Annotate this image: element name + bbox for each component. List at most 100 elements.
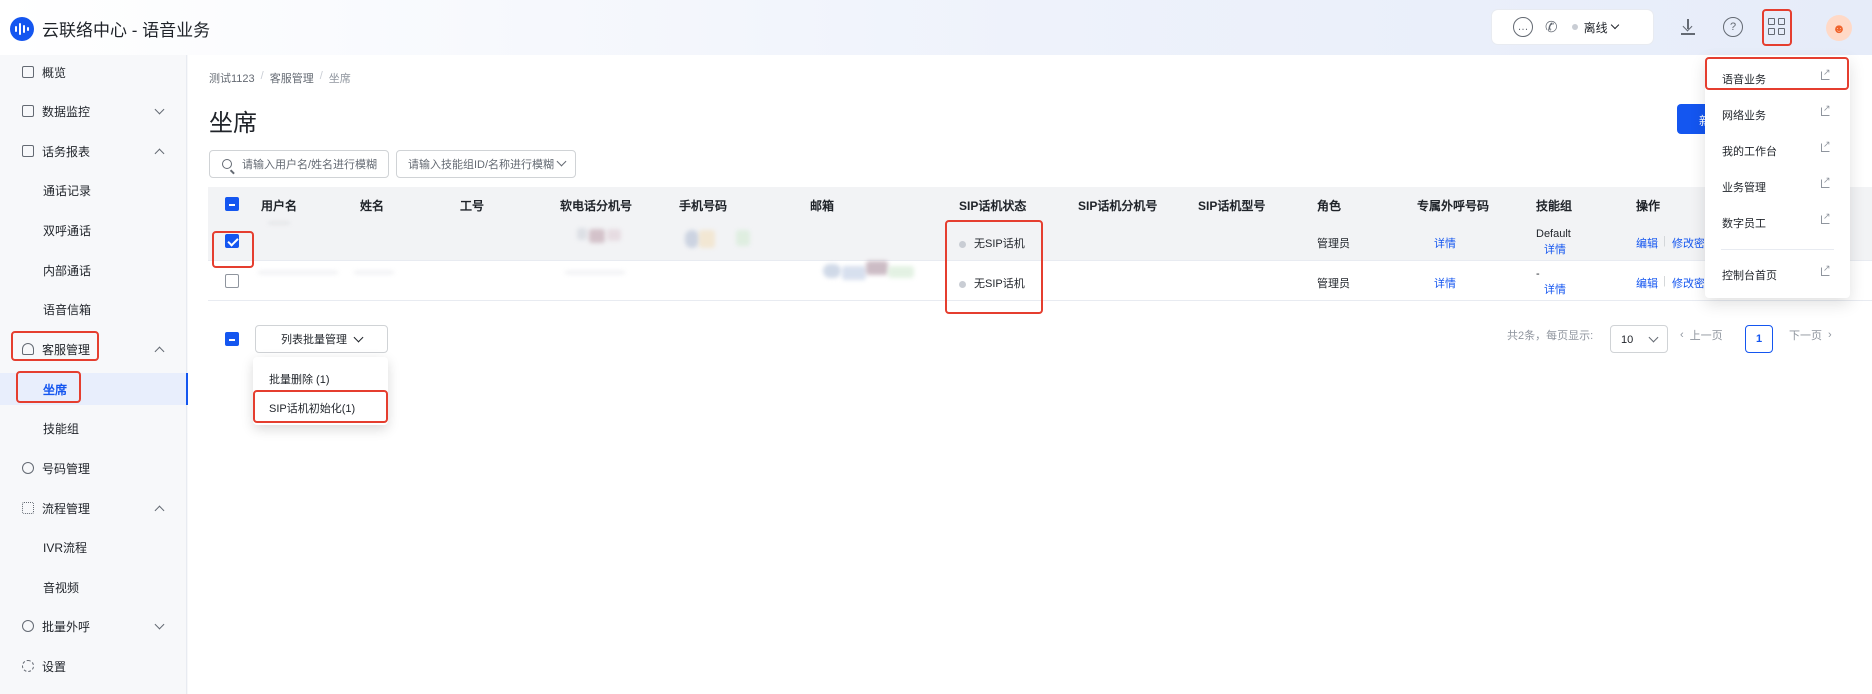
sidebar-item-customer-service[interactable]: 客服管理 (0, 333, 187, 365)
external-link-icon (1821, 263, 1831, 276)
app-item-label: 业务管理 (1722, 182, 1766, 194)
agent-status-bar: … ✆ 离线 (1492, 10, 1653, 44)
next-page-button[interactable]: 下一页 › (1789, 327, 1832, 343)
avatar[interactable]: ☻ (1826, 15, 1852, 41)
redacted-email (823, 264, 841, 278)
app-item-workbench[interactable]: 我的工作台 (1705, 132, 1850, 166)
divider: | (1663, 275, 1666, 287)
sidebar-item-overview[interactable]: 概览 (0, 56, 187, 88)
sidebar-item-label: 数据监控 (42, 104, 91, 119)
column-header: 邮箱 (810, 199, 835, 213)
column-header: SIP话机型号 (1198, 199, 1266, 213)
change-password-link[interactable]: 修改密 (1672, 235, 1704, 251)
bulk-manage-menu: 批量删除 (1) SIP话机初始化(1) (253, 357, 388, 425)
table-header: 用户名 姓名 工号 软电话分机号 手机号码 邮箱 SIP话机状态 SIP话机分机… (208, 187, 1872, 221)
sidebar-item-data-monitor[interactable]: 数据监控 (0, 95, 187, 127)
report-icon (22, 145, 34, 157)
sidebar-item-label: 音视频 (43, 580, 80, 595)
sidebar-item-settings[interactable]: 设置 (0, 650, 187, 682)
sidebar-item-label: 话务报表 (42, 144, 91, 159)
sidebar-item-flow-mgmt[interactable]: 流程管理 (0, 492, 187, 524)
skill-group-detail-link[interactable]: 详情 (1544, 281, 1566, 297)
chevron-right-icon: › (1828, 329, 1832, 341)
edit-link[interactable]: 编辑 (1636, 275, 1658, 291)
bulk-delete-option[interactable]: 批量删除 (1) (269, 371, 330, 387)
column-header: 操作 (1636, 199, 1661, 213)
app-item-label: 控制台首页 (1722, 270, 1777, 282)
sidebar-item-agents[interactable]: 坐席 (0, 373, 188, 405)
breadcrumb-current: 坐席 (328, 73, 351, 85)
footer-select-all-checkbox[interactable] (225, 332, 239, 346)
sidebar-item-batch-outbound[interactable]: 批量外呼 (0, 610, 187, 642)
sidebar-item-label: 批量外呼 (42, 619, 91, 634)
breadcrumb: 测试1123 / 客服管理 / 坐席 (209, 70, 351, 86)
app-item-network[interactable]: 网络业务 (1705, 96, 1850, 130)
sip-status-text: 无SIP话机 (974, 238, 1025, 250)
sidebar-item-audio-video[interactable]: 音视频 (0, 571, 187, 603)
breadcrumb-item[interactable]: 客服管理 (270, 70, 314, 86)
app-grid-icon[interactable] (1768, 18, 1785, 35)
bulk-manage-button[interactable]: 列表批量管理 (255, 325, 388, 353)
app-item-console-home[interactable]: 控制台首页 (1705, 256, 1850, 290)
chevron-down-icon (353, 332, 364, 342)
row-checkbox[interactable] (225, 234, 239, 248)
column-header: 姓名 (360, 199, 385, 213)
menu-divider (1721, 249, 1834, 250)
column-header: 手机号码 (679, 199, 728, 213)
edit-link[interactable]: 编辑 (1636, 235, 1658, 251)
app-logo[interactable]: 云联络中心 - 语音业务 (10, 16, 210, 41)
app-item-business-mgmt[interactable]: 业务管理 (1705, 168, 1850, 202)
exclusive-number-detail-link[interactable]: 详情 (1434, 275, 1456, 291)
redacted-name (354, 271, 394, 274)
next-page-label: 下一页 (1789, 330, 1822, 342)
app-item-voice[interactable]: 语音业务 (1705, 60, 1850, 94)
phone-icon[interactable]: ✆ (1545, 18, 1558, 36)
sidebar-item-ivr-flow[interactable]: IVR流程 (0, 531, 187, 563)
column-header: 工号 (460, 199, 485, 213)
help-icon[interactable]: ? (1723, 17, 1743, 37)
prev-page-button[interactable]: ‹ 上一页 (1680, 327, 1723, 343)
redacted-extension (565, 271, 625, 274)
chat-icon[interactable]: … (1513, 17, 1533, 37)
flow-icon (22, 502, 34, 514)
sidebar-item-traffic-report[interactable]: 话务报表 (0, 135, 187, 167)
page-size-value: 10 (1621, 334, 1634, 346)
sip-status: 无SIP话机 (959, 235, 1025, 251)
status-selector[interactable]: 离线 (1571, 19, 1619, 36)
skill-group-detail-link[interactable]: 详情 (1544, 241, 1566, 257)
sidebar-item-label: 客服管理 (42, 342, 91, 357)
app-switcher-menu: 语音业务 网络业务 我的工作台 业务管理 数字员工 控制台首页 (1705, 56, 1850, 298)
column-header: SIP话机分机号 (1078, 199, 1158, 213)
sidebar-item-voicemail[interactable]: 语音信箱 (0, 293, 187, 325)
sidebar-item-label: 流程管理 (42, 501, 91, 516)
skill-group-filter-select[interactable]: 请输入技能组ID/名称进行模糊 (396, 150, 576, 178)
user-search-input[interactable]: 请输入用户名/姓名进行模糊 (209, 150, 389, 178)
column-header: SIP话机状态 (959, 199, 1027, 213)
download-icon[interactable] (1681, 19, 1695, 35)
page-number-current[interactable]: 1 (1745, 325, 1773, 353)
sip-init-option[interactable]: SIP话机初始化(1) (269, 400, 355, 416)
select-all-checkbox[interactable] (225, 197, 239, 211)
sidebar-item-dual-call[interactable]: 双呼通话 (0, 214, 187, 246)
column-header: 专属外呼号码 (1417, 199, 1490, 213)
skill-group-cell: - (1536, 268, 1540, 280)
top-header: 云联络中心 - 语音业务 … ✆ 离线 ? ☻ (0, 0, 1872, 55)
change-password-link[interactable]: 修改密 (1672, 275, 1704, 291)
app-item-digital-employee[interactable]: 数字员工 (1705, 204, 1850, 238)
sidebar-item-number-mgmt[interactable]: 号码管理 (0, 452, 187, 484)
row-checkbox[interactable] (225, 274, 239, 288)
redacted-username (258, 271, 338, 274)
page-size-select[interactable]: 10 (1610, 325, 1668, 353)
sidebar-item-label: 设置 (42, 659, 67, 674)
breadcrumb-item[interactable]: 测试1123 (209, 70, 255, 86)
bulk-manage-label: 列表批量管理 (281, 334, 347, 346)
sidebar-item-label: 双呼通话 (43, 223, 92, 238)
search-icon (222, 159, 232, 169)
sidebar-item-skill-group[interactable]: 技能组 (0, 412, 187, 444)
redacted-username (268, 222, 290, 224)
exclusive-number-detail-link[interactable]: 详情 (1434, 235, 1456, 251)
sidebar-item-internal-call[interactable]: 内部通话 (0, 254, 187, 286)
external-link-icon (1821, 211, 1831, 224)
sidebar-item-call-records[interactable]: 通话记录 (0, 174, 187, 206)
headset-icon (22, 343, 34, 355)
